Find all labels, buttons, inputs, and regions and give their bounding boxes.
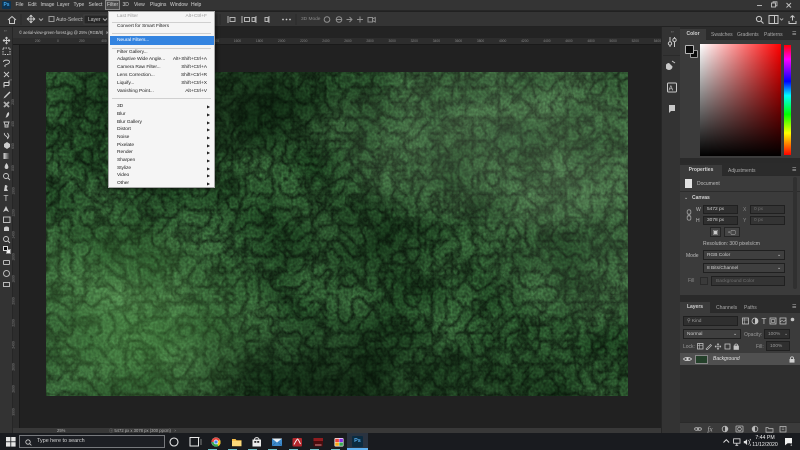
svg-text:A: A	[669, 86, 674, 93]
svg-text:1: 1	[790, 442, 793, 446]
svg-text:T: T	[4, 194, 9, 203]
svg-text:fx: fx	[708, 426, 714, 434]
svg-text:T: T	[762, 317, 767, 325]
